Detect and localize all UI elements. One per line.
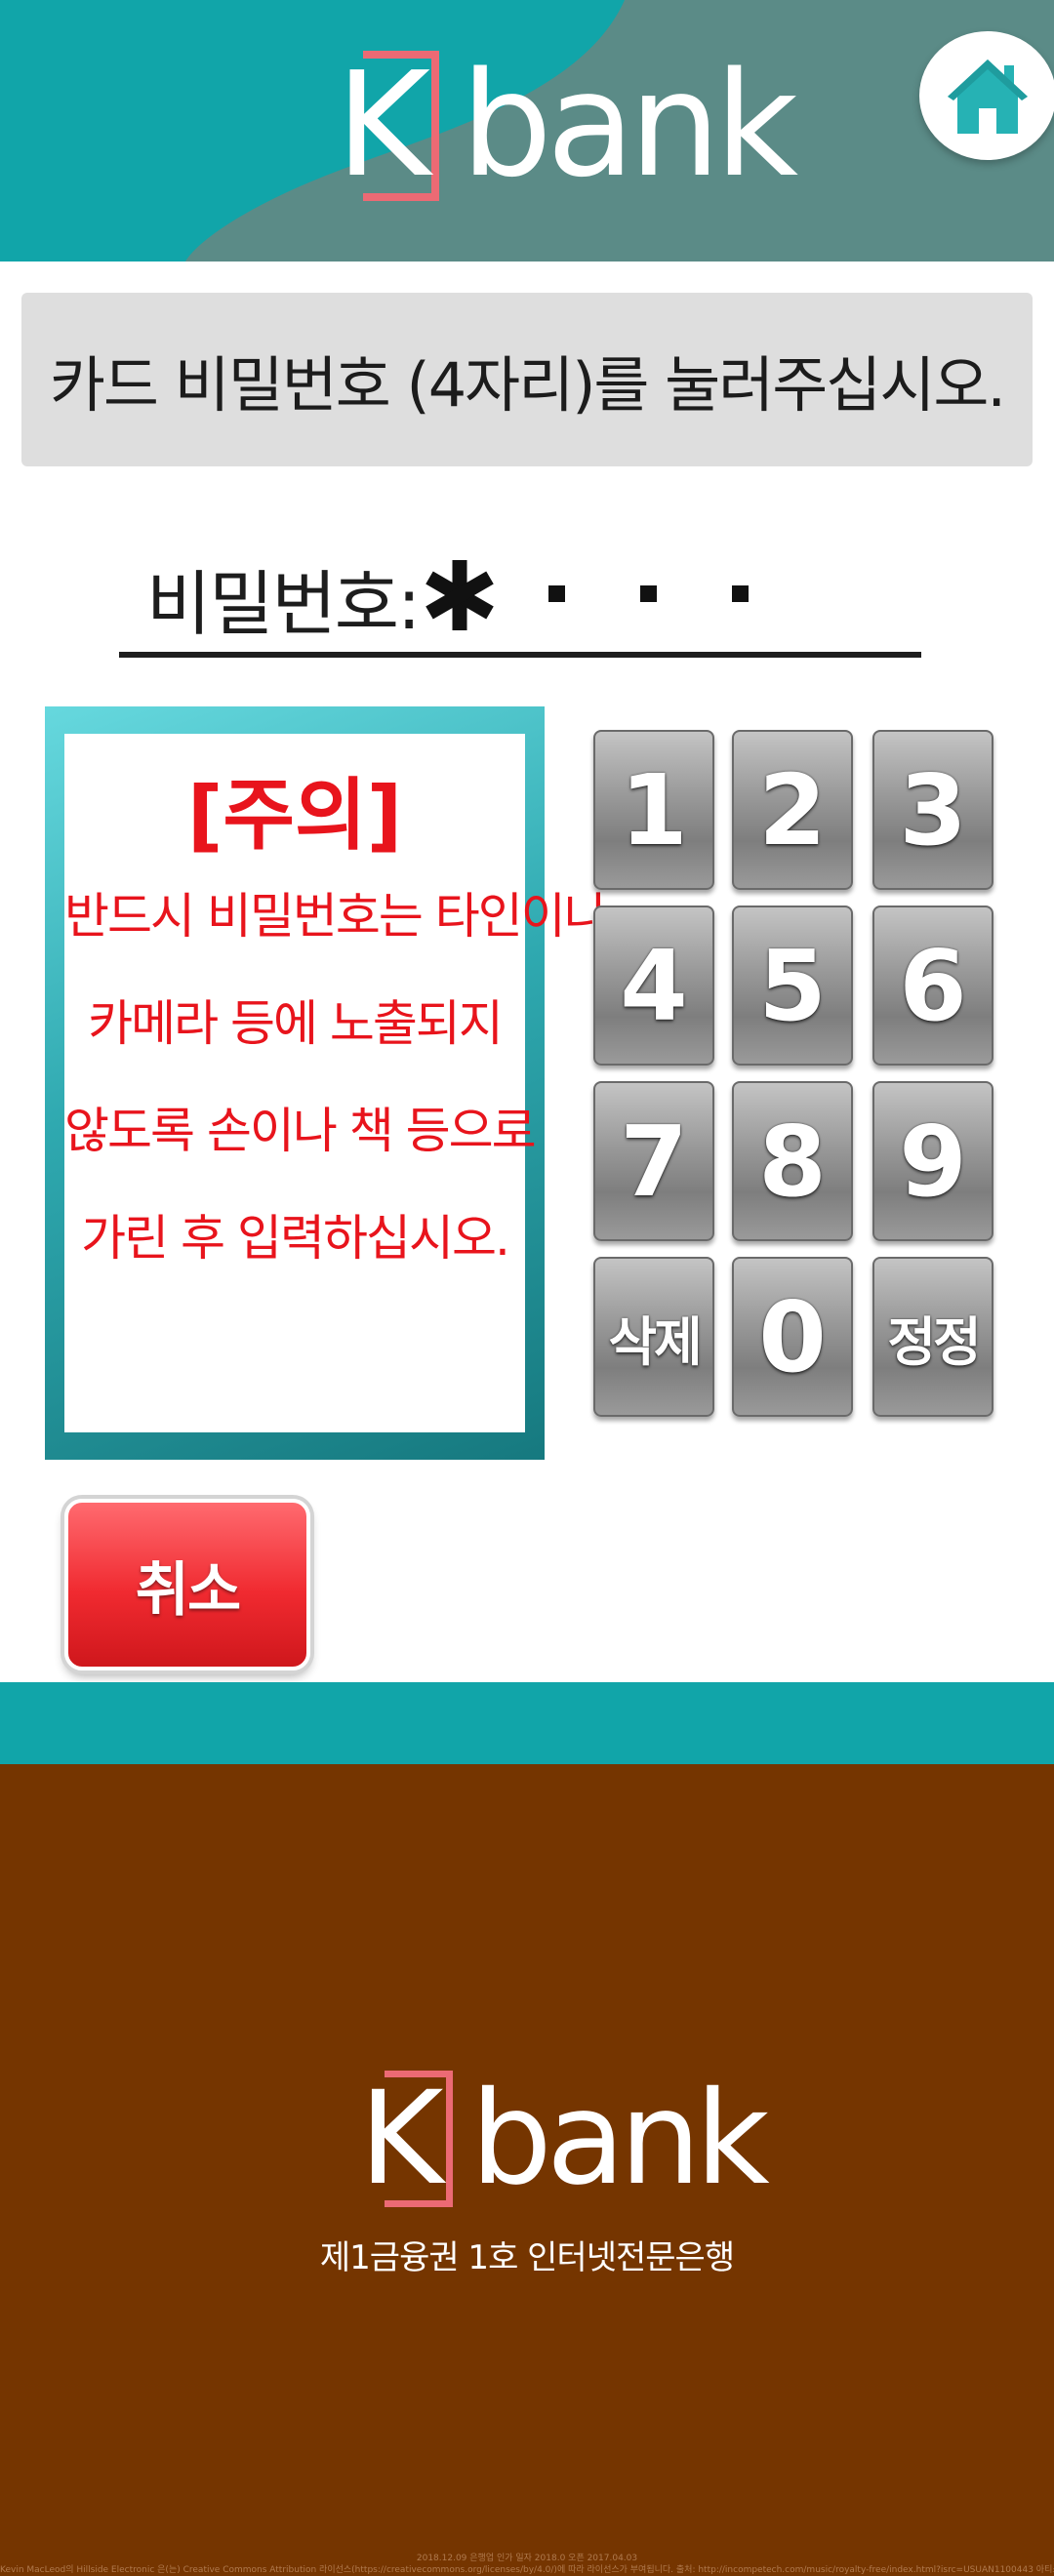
header-bar: K bank bbox=[0, 0, 1054, 262]
caution-title: [주의] bbox=[186, 770, 403, 861]
caution-line: 않도록 손이나 책 등으로 bbox=[64, 1103, 537, 1159]
correct-key[interactable]: 정정 bbox=[872, 1257, 993, 1417]
logo-word: bank bbox=[470, 2064, 770, 2214]
instruction-banner: 카드 비밀번호 (4자리)를 눌러주십시오. bbox=[21, 293, 1033, 466]
home-button[interactable] bbox=[919, 31, 1054, 160]
logo-word: bank bbox=[461, 41, 798, 209]
key-8[interactable]: 8 bbox=[732, 1081, 853, 1241]
key-9[interactable]: 9 bbox=[872, 1081, 993, 1241]
delete-key[interactable]: 삭제 bbox=[593, 1257, 714, 1417]
password-label: 비밀번호: bbox=[146, 563, 421, 645]
caution-content: [주의] 반드시 비밀번호는 타인이나 카메라 등에 노출되지 않도록 손이나 … bbox=[64, 734, 609, 1432]
key-7[interactable]: 7 bbox=[593, 1081, 714, 1241]
logo-letter: K bbox=[359, 2064, 444, 2214]
key-5[interactable]: 5 bbox=[732, 906, 853, 1066]
footer-teal-band bbox=[0, 1682, 1054, 1764]
footer-tagline: 제1금융권 1호 인터넷전문은행 bbox=[319, 2238, 735, 2277]
credit-line: Kevin MacLeod의 Hillside Electronic 은(는) … bbox=[0, 2565, 1054, 2575]
footer: K bank 제1금융권 1호 인터넷전문은행 2018.12.09 은행업 인… bbox=[0, 1764, 1054, 2576]
caution-line: 카메라 등에 노출되지 bbox=[88, 995, 504, 1052]
footer-kbank-logo: K bank bbox=[359, 2064, 770, 2217]
keypad: 1 2 3 4 5 6 7 8 9 삭제 0 정정 bbox=[593, 730, 995, 1417]
key-1[interactable]: 1 bbox=[593, 730, 714, 890]
key-0[interactable]: 0 bbox=[732, 1257, 853, 1417]
kbank-logo: K bank bbox=[336, 41, 798, 213]
key-4[interactable]: 4 bbox=[593, 906, 714, 1066]
caution-panel: [주의] 반드시 비밀번호는 타인이나 카메라 등에 노출되지 않도록 손이나 … bbox=[45, 706, 609, 1460]
empty-digit-dot bbox=[548, 585, 565, 602]
password-mask-display bbox=[426, 560, 749, 630]
password-underline bbox=[119, 652, 921, 658]
key-6[interactable]: 6 bbox=[872, 906, 993, 1066]
empty-digit-dot bbox=[640, 585, 657, 602]
caution-line: 반드시 비밀번호는 타인이나 bbox=[64, 888, 609, 945]
cancel-button[interactable]: 취소 bbox=[64, 1499, 310, 1670]
logo-letter: K bbox=[336, 41, 430, 209]
home-icon bbox=[948, 60, 1028, 134]
caution-line: 가린 후 입력하십시오. bbox=[81, 1210, 510, 1267]
key-2[interactable]: 2 bbox=[732, 730, 853, 890]
entered-digit-asterisk bbox=[426, 560, 494, 630]
empty-digit-dot bbox=[732, 585, 749, 602]
key-3[interactable]: 3 bbox=[872, 730, 993, 890]
